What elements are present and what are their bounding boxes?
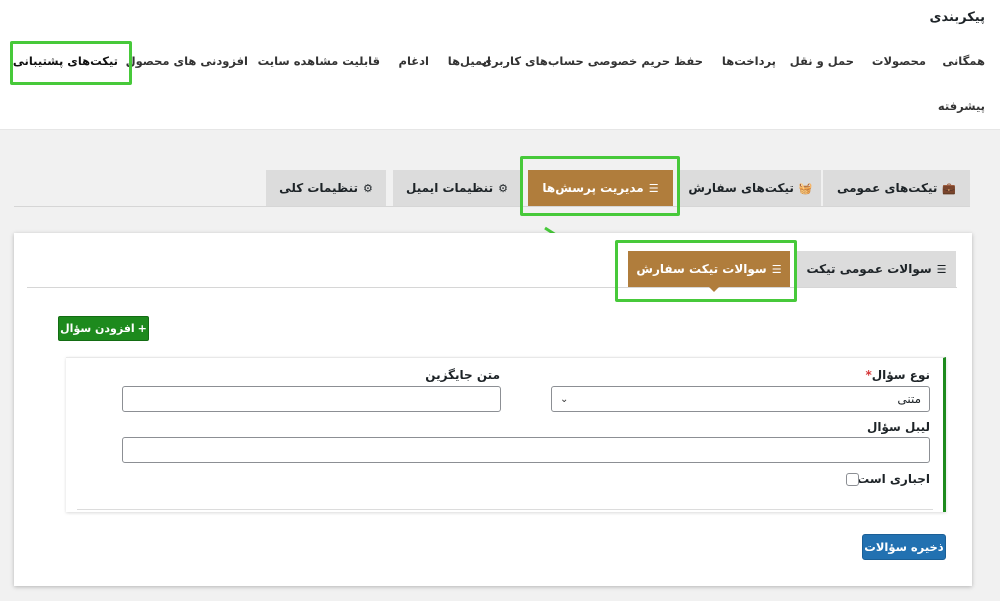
subtab-general-questions[interactable]: ☰ سوالات عمومی تیکت [797, 251, 956, 287]
question-box-divider [77, 509, 933, 510]
nav-item-product-addons[interactable]: افزودنی های محصول [126, 50, 248, 72]
list-icon: ☰ [648, 181, 659, 195]
tab-order-tickets[interactable]: 🧺 تیکت‌های سفارش [680, 170, 821, 206]
save-questions-button[interactable]: ذخیره سؤالات [862, 534, 946, 560]
subtabs-divider [27, 287, 957, 288]
tab-manage-questions[interactable]: ☰ مدیریت پرسش‌ها [528, 170, 673, 206]
question-type-value: متنی [897, 392, 921, 406]
gears-icon: ⚙ [498, 181, 508, 195]
nav-item-site-visibility[interactable]: قابلیت مشاهده سایت [258, 50, 380, 72]
nav-item-emails[interactable]: ایمیل‌ها [448, 50, 491, 72]
chevron-down-icon: ⌄ [560, 393, 569, 405]
question-label-label: لیبل سؤال [866, 420, 930, 434]
settings-nav: همگانی محصولات حمل و نقل پرداخت‌ها حفظ ح… [0, 50, 1000, 72]
question-label-input[interactable] [122, 437, 930, 463]
basket-icon: 🧺 [798, 181, 813, 195]
nav-item-shipping[interactable]: حمل و نقل [790, 50, 854, 72]
gears-icon: ⚙ [362, 181, 373, 195]
required-checkbox[interactable] [846, 473, 859, 486]
add-question-button[interactable]: + افزودن سؤال [58, 316, 149, 341]
settings-header: پیکربندی همگانی محصولات حمل و نقل پرداخت… [0, 0, 1000, 130]
question-box [66, 357, 946, 512]
nav-item-general[interactable]: همگانی [942, 50, 985, 72]
tab-email-settings[interactable]: ⚙ تنظیمات ایمیل [393, 170, 521, 206]
question-type-label: نوع سؤال* [865, 368, 930, 382]
nav-item-payments[interactable]: پرداخت‌ها [722, 50, 776, 72]
list-icon: ☰ [936, 262, 947, 276]
subtab-order-questions[interactable]: ☰ سوالات تیکت سفارش [628, 251, 790, 287]
question-type-select[interactable]: متنی ⌄ [551, 386, 930, 412]
briefcase-icon: 💼 [942, 181, 957, 195]
required-label: اجباری است؟ [850, 472, 930, 486]
list-icon: ☰ [771, 262, 782, 276]
placeholder-text-input[interactable] [122, 386, 501, 412]
page-title: پیکربندی [929, 10, 985, 25]
tab-general-settings[interactable]: ⚙ تنظیمات کلی [266, 170, 386, 206]
nav-item-advanced[interactable]: پیشرفته [938, 99, 985, 113]
placeholder-text-label: متن جایگزین [425, 368, 500, 382]
nav-item-support-tickets[interactable]: تیکت‌های پشتیبانی [13, 50, 118, 72]
nav-item-integration[interactable]: ادغام [399, 50, 429, 72]
active-subtab-caret [708, 286, 720, 292]
nav-item-products[interactable]: محصولات [872, 50, 926, 72]
plus-icon: + [137, 322, 147, 335]
nav-item-accounts-privacy[interactable]: حفظ حریم خصوصی حساب‌های کاربری [481, 50, 703, 72]
tab-general-tickets[interactable]: 💼 تیکت‌های عمومی [823, 170, 970, 206]
tabs-divider [14, 206, 970, 207]
